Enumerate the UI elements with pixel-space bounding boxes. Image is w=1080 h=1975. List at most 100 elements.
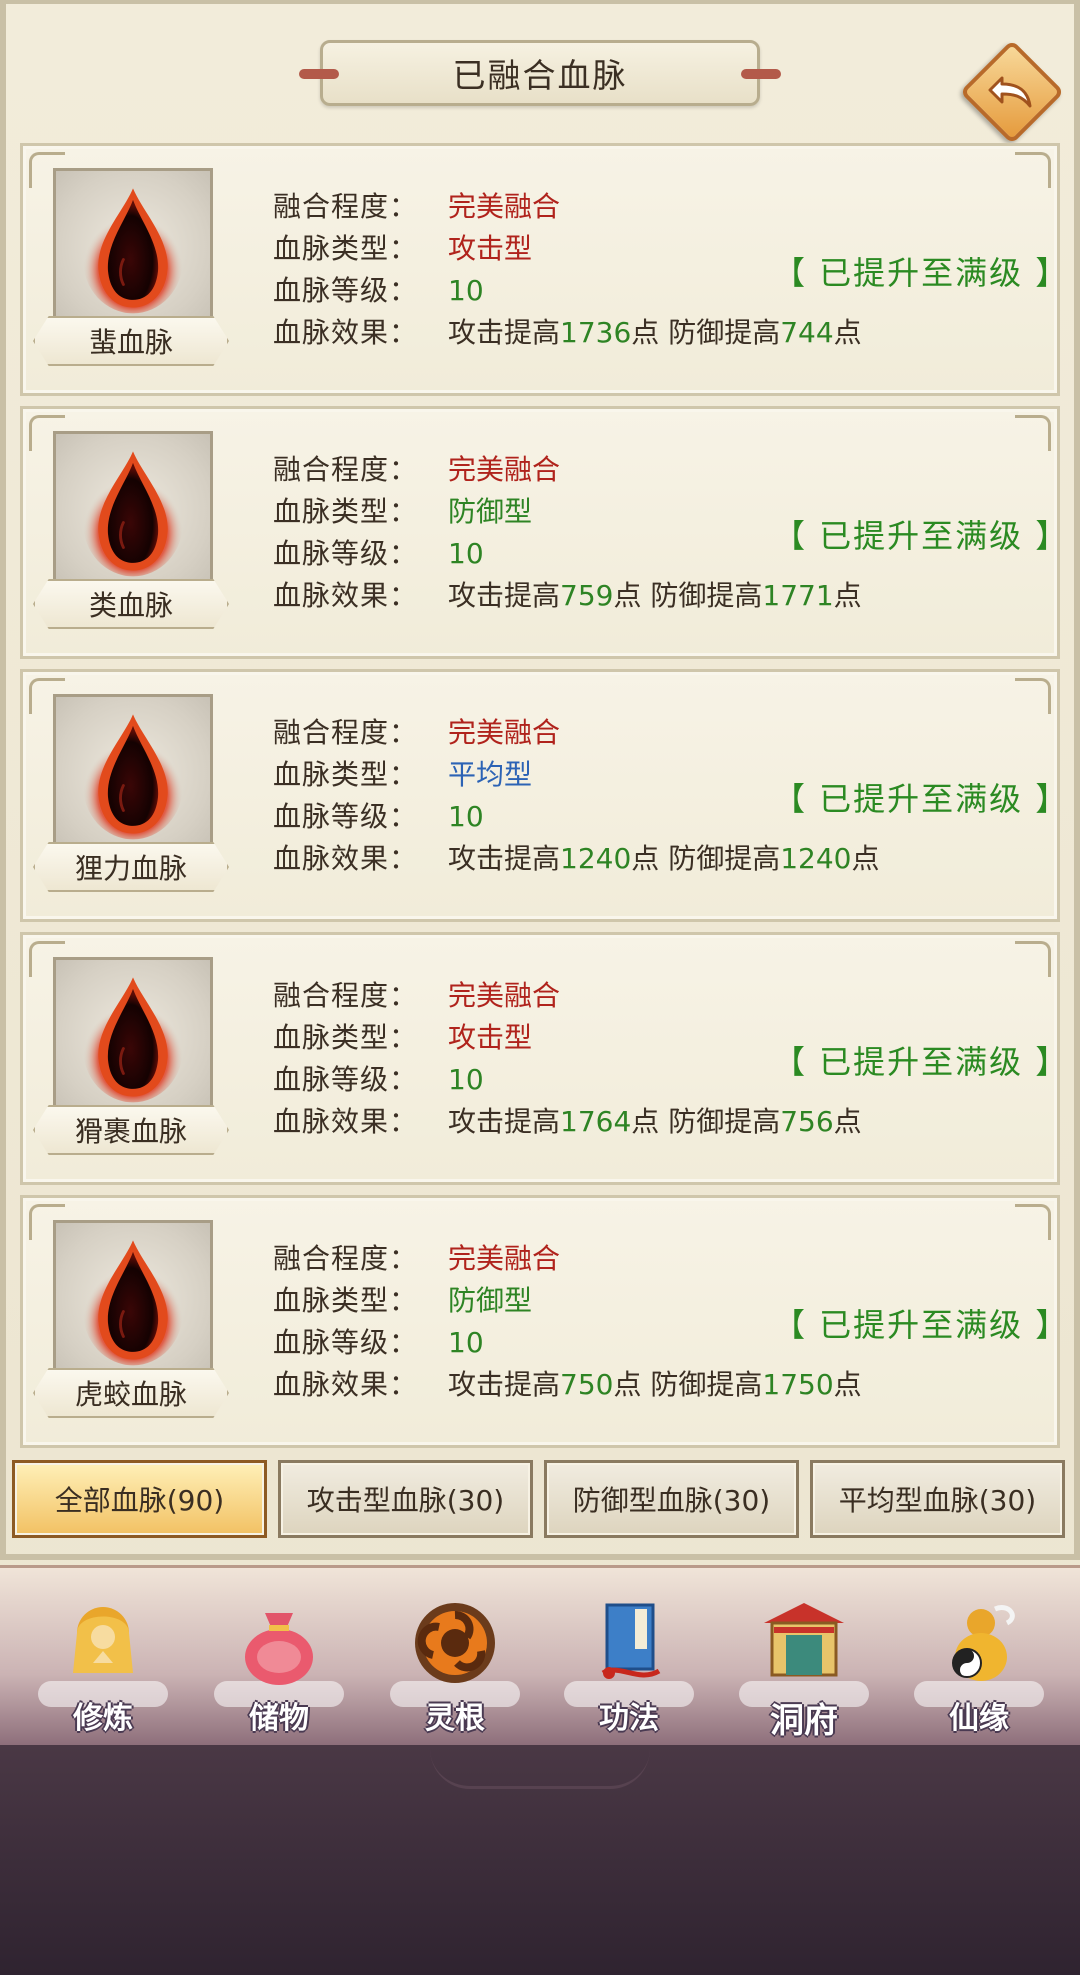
fusion-value: 完美融合 <box>448 716 561 749</box>
level-label: 血脉等级： <box>273 537 419 570</box>
page-title: 已融合血脉 <box>452 56 628 95</box>
max-level-status: 【 已提升至满级 】 <box>773 780 1070 818</box>
effect-spacer <box>659 316 668 349</box>
bloodline-name: 狸力血脉 <box>74 852 187 885</box>
bloodline-list[interactable]: 蜚血脉 融合程度： 完美融合 血脉类型： 攻击型 血脉等级： 10 血脉效果： 攻击提高… <box>20 143 1067 1458</box>
effect-row: 血脉效果： 攻击提高1736点 防御提高744点 <box>273 312 862 354</box>
effect-def-value: 1240 <box>780 842 852 875</box>
effect-atk-value: 1764 <box>560 1105 632 1138</box>
bloodline-name: 猾裹血脉 <box>74 1115 187 1148</box>
blood-drop-icon <box>82 977 184 1103</box>
fusion-row: 融合程度： 完美融合 <box>273 712 880 754</box>
fusion-row: 融合程度： 完美融合 <box>273 1238 862 1280</box>
technique-book-icon <box>579 1593 679 1693</box>
storage-bag-icon <box>229 1593 329 1693</box>
bloodline-card[interactable]: 猾裹血脉 融合程度： 完美融合 血脉类型： 攻击型 血脉等级： 10 血脉效果： 攻击提… <box>20 932 1067 1185</box>
effect-def-prefix: 防御提高 <box>668 842 781 875</box>
effect-spacer <box>659 1105 668 1138</box>
nav-label: 洞府 <box>770 1701 838 1741</box>
effect-def-prefix: 防御提高 <box>650 1368 763 1401</box>
corner-ornament <box>1015 1204 1051 1240</box>
bloodline-card[interactable]: 狸力血脉 融合程度： 完美融合 血脉类型： 平均型 血脉等级： 10 血脉效果： 攻击提… <box>20 669 1067 922</box>
filter-tab[interactable]: 全部血脉(90) <box>12 1460 267 1538</box>
back-button[interactable] <box>959 39 1065 145</box>
cave-mansion-icon <box>754 1593 854 1693</box>
effect-spacer <box>659 842 668 875</box>
effect-label: 血脉效果： <box>273 842 419 875</box>
filter-tab[interactable]: 平均型血脉(30) <box>810 1460 1065 1538</box>
bloodline-icon-frame[interactable] <box>53 957 213 1115</box>
filter-tab[interactable]: 攻击型血脉(30) <box>278 1460 533 1538</box>
bloodline-icon-frame[interactable] <box>53 168 213 326</box>
max-level-status: 【 已提升至满级 】 <box>773 1306 1070 1344</box>
type-label: 血脉类型： <box>273 758 419 791</box>
type-label: 血脉类型： <box>273 495 419 528</box>
blood-drop-icon <box>82 451 184 577</box>
effect-atk-value: 750 <box>560 1368 614 1401</box>
level-label: 血脉等级： <box>273 1326 419 1359</box>
type-label: 血脉类型： <box>273 232 419 265</box>
effect-point-2: 点 <box>833 1105 862 1138</box>
level-value: 10 <box>448 537 484 570</box>
level-label: 血脉等级： <box>273 274 419 307</box>
ornament-divider <box>430 1749 650 1789</box>
type-value: 防御型 <box>448 1284 533 1317</box>
nav-item[interactable]: 修炼 <box>28 1593 178 1743</box>
effect-def-prefix: 防御提高 <box>668 316 781 349</box>
bloodline-name: 类血脉 <box>88 589 173 622</box>
type-value: 攻击型 <box>448 232 533 265</box>
filter-tabs: 全部血脉(90) 攻击型血脉(30) 防御型血脉(30) 平均型血脉(30) <box>12 1460 1068 1540</box>
level-value: 10 <box>448 1063 484 1096</box>
type-value: 攻击型 <box>448 1021 533 1054</box>
filter-tab[interactable]: 防御型血脉(30) <box>544 1460 799 1538</box>
corner-ornament <box>1015 678 1051 714</box>
effect-point-1: 点 <box>613 1368 642 1401</box>
level-value: 10 <box>448 274 484 307</box>
level-label: 血脉等级： <box>273 1063 419 1096</box>
effect-point-2: 点 <box>833 579 862 612</box>
corner-ornament <box>1015 152 1051 188</box>
level-value: 10 <box>448 1326 484 1359</box>
bloodline-icon-frame[interactable] <box>53 694 213 852</box>
effect-point-1: 点 <box>631 316 660 349</box>
bloodline-name: 蜚血脉 <box>88 326 173 359</box>
nav-item[interactable]: 洞府 <box>729 1593 879 1743</box>
effect-atk-value: 1240 <box>560 842 632 875</box>
max-level-status: 【 已提升至满级 】 <box>773 254 1070 292</box>
fusion-value: 完美融合 <box>448 1242 561 1275</box>
bottom-nav-bar: 修炼 储物 灵根 功法 洞府 仙缘 <box>0 1565 1080 1745</box>
effect-atk-prefix: 攻击提高 <box>448 1368 561 1401</box>
fusion-row: 融合程度： 完美融合 <box>273 186 862 228</box>
spirit-root-icon <box>405 1593 505 1693</box>
effect-def-value: 756 <box>780 1105 834 1138</box>
nav-item[interactable]: 功法 <box>554 1593 704 1743</box>
corner-ornament <box>1015 941 1051 977</box>
effect-def-value: 1750 <box>762 1368 834 1401</box>
fusion-label: 融合程度： <box>273 1242 419 1275</box>
effect-point-1: 点 <box>631 842 660 875</box>
effect-atk-prefix: 攻击提高 <box>448 316 561 349</box>
effect-atk-value: 759 <box>560 579 614 612</box>
nav-item[interactable]: 储物 <box>204 1593 354 1743</box>
effect-row: 血脉效果： 攻击提高1240点 防御提高1240点 <box>273 838 880 880</box>
effect-atk-prefix: 攻击提高 <box>448 842 561 875</box>
blood-drop-icon <box>82 1240 184 1366</box>
effect-row: 血脉效果： 攻击提高750点 防御提高1750点 <box>273 1364 862 1406</box>
bloodline-icon-frame[interactable] <box>53 431 213 589</box>
blood-drop-icon <box>82 188 184 314</box>
immortal-fate-gourd-icon <box>929 1593 1029 1693</box>
type-value: 平均型 <box>448 758 533 791</box>
effect-atk-prefix: 攻击提高 <box>448 1105 561 1138</box>
level-label: 血脉等级： <box>273 800 419 833</box>
bloodline-card[interactable]: 虎蛟血脉 融合程度： 完美融合 血脉类型： 防御型 血脉等级： 10 血脉效果： 攻击提… <box>20 1195 1067 1448</box>
fusion-row: 融合程度： 完美融合 <box>273 975 862 1017</box>
effect-def-prefix: 防御提高 <box>650 579 763 612</box>
nav-item[interactable]: 仙缘 <box>904 1593 1054 1743</box>
max-level-status: 【 已提升至满级 】 <box>773 1043 1070 1081</box>
nav-item[interactable]: 灵根 <box>380 1593 530 1743</box>
bloodline-icon-frame[interactable] <box>53 1220 213 1378</box>
nav-label: 修炼 <box>73 1701 133 1736</box>
bloodline-card[interactable]: 类血脉 融合程度： 完美融合 血脉类型： 防御型 血脉等级： 10 血脉效果： 攻击提高… <box>20 406 1067 659</box>
max-level-status: 【 已提升至满级 】 <box>773 517 1070 555</box>
bloodline-card[interactable]: 蜚血脉 融合程度： 完美融合 血脉类型： 攻击型 血脉等级： 10 血脉效果： 攻击提高… <box>20 143 1067 396</box>
